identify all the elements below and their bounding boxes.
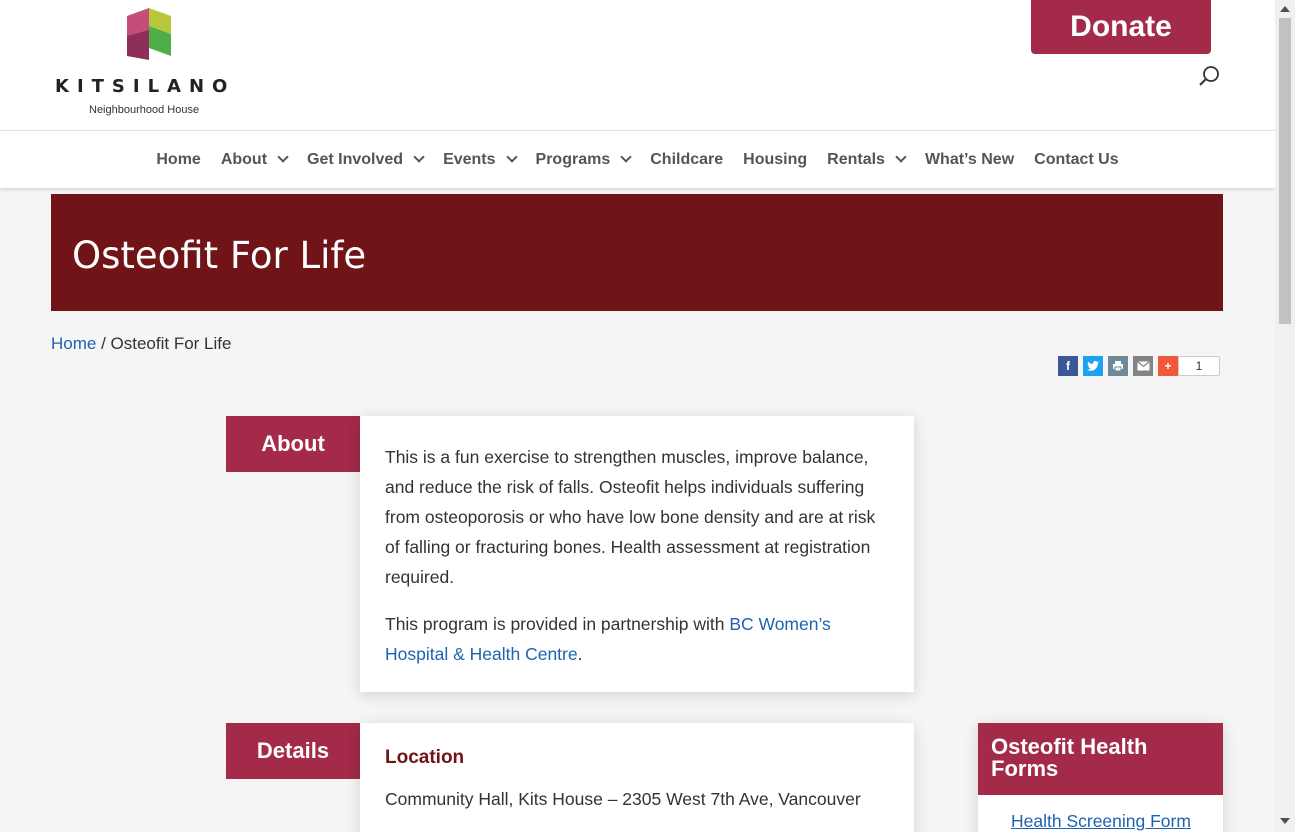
partnership-period: . xyxy=(577,644,583,664)
site-logo[interactable]: KITSILANO Neighbourhood House xyxy=(55,8,245,123)
nav-item-label: Contact Us xyxy=(1034,150,1119,168)
health-forms-widget: Osteofit Health Forms Health Screening F… xyxy=(978,723,1223,832)
location-heading: Location xyxy=(385,747,465,768)
nav-item-label: Get Involved xyxy=(307,150,404,168)
nav-item-home[interactable]: Home xyxy=(156,151,200,169)
nav-list: Home About Get Involved Events Programs Child… xyxy=(0,131,1275,188)
page-banner: Osteofit For Life xyxy=(51,194,1223,311)
partnership-paragraph: This program is provided in partnership … xyxy=(385,609,889,669)
about-paragraph: This is a fun exercise to strengthen mus… xyxy=(385,447,876,587)
nav-item-label: Events xyxy=(443,150,496,168)
nav-item-events[interactable]: Events xyxy=(443,150,518,169)
site-header: KITSILANO Neighbourhood House Donate xyxy=(0,0,1275,131)
nav-item-label: Programs xyxy=(535,150,611,168)
breadcrumb-current: Osteofit For Life xyxy=(110,334,232,353)
nav-item-label: Housing xyxy=(743,150,808,168)
partnership-text: This program is provided in partnership … xyxy=(385,614,730,634)
logo-wordmark: KITSILANO xyxy=(55,76,236,97)
chevron-down-icon xyxy=(277,151,289,163)
print-icon[interactable] xyxy=(1108,356,1128,376)
nav-item-rentals[interactable]: Rentals xyxy=(827,150,907,169)
main-nav: Home About Get Involved Events Programs Child… xyxy=(0,131,1275,188)
nav-item-housing[interactable]: Housing xyxy=(743,151,807,169)
email-share-icon[interactable] xyxy=(1133,356,1153,376)
location-text: Community Hall, Kits House – 2305 West 7… xyxy=(385,789,861,809)
scroll-down-arrow-icon[interactable] xyxy=(1280,818,1290,824)
share-count: 1 xyxy=(1178,356,1220,376)
nav-item-programs[interactable]: Programs xyxy=(535,150,632,169)
health-screening-form-link[interactable]: Health Screening Form xyxy=(1011,811,1223,832)
nav-item-label: About xyxy=(220,150,268,168)
page-title: Osteofit For Life xyxy=(72,234,367,277)
nav-item-childcare[interactable]: Childcare xyxy=(650,151,723,169)
details-card: Location Community Hall, Kits House – 23… xyxy=(360,723,914,832)
scroll-thumb[interactable] xyxy=(1279,18,1291,324)
breadcrumb: Home / Osteofit For Life xyxy=(51,334,231,354)
twitter-share-icon[interactable] xyxy=(1083,356,1103,376)
nav-item-label: Rentals xyxy=(827,150,885,168)
logo-subtitle: Neighbourhood House xyxy=(89,104,200,116)
nav-item-contact-us[interactable]: Contact Us xyxy=(1034,151,1118,169)
logo-mark-icon xyxy=(127,8,171,60)
chevron-down-icon xyxy=(505,151,518,163)
breadcrumb-separator: / xyxy=(96,334,111,353)
donate-button[interactable]: Donate xyxy=(1031,0,1211,54)
about-section-label: About xyxy=(226,416,360,472)
chevron-down-icon xyxy=(413,151,425,163)
details-section-label: Details xyxy=(226,723,360,779)
nav-item-what-s-new[interactable]: What’s New xyxy=(925,151,1014,169)
chevron-down-icon xyxy=(620,151,632,163)
nav-item-label: What’s New xyxy=(924,150,1015,168)
scroll-up-arrow-icon[interactable] xyxy=(1280,6,1290,12)
share-bar: f + 1 xyxy=(1058,356,1220,376)
widget-title: Osteofit Health Forms xyxy=(978,723,1223,795)
nav-item-label: Childcare xyxy=(650,150,724,168)
search-icon[interactable] xyxy=(1197,64,1221,88)
nav-item-about[interactable]: About xyxy=(220,150,289,169)
page-scrollbar[interactable] xyxy=(1275,0,1295,832)
nav-item-label: Home xyxy=(156,150,201,168)
chevron-down-icon xyxy=(895,151,907,163)
nav-item-get-involved[interactable]: Get Involved xyxy=(307,150,425,169)
facebook-share-icon[interactable]: f xyxy=(1058,356,1078,376)
more-share-icon[interactable]: + xyxy=(1158,356,1178,376)
about-card: This is a fun exercise to strengthen mus… xyxy=(360,416,914,692)
breadcrumb-home-link[interactable]: Home xyxy=(51,334,96,353)
